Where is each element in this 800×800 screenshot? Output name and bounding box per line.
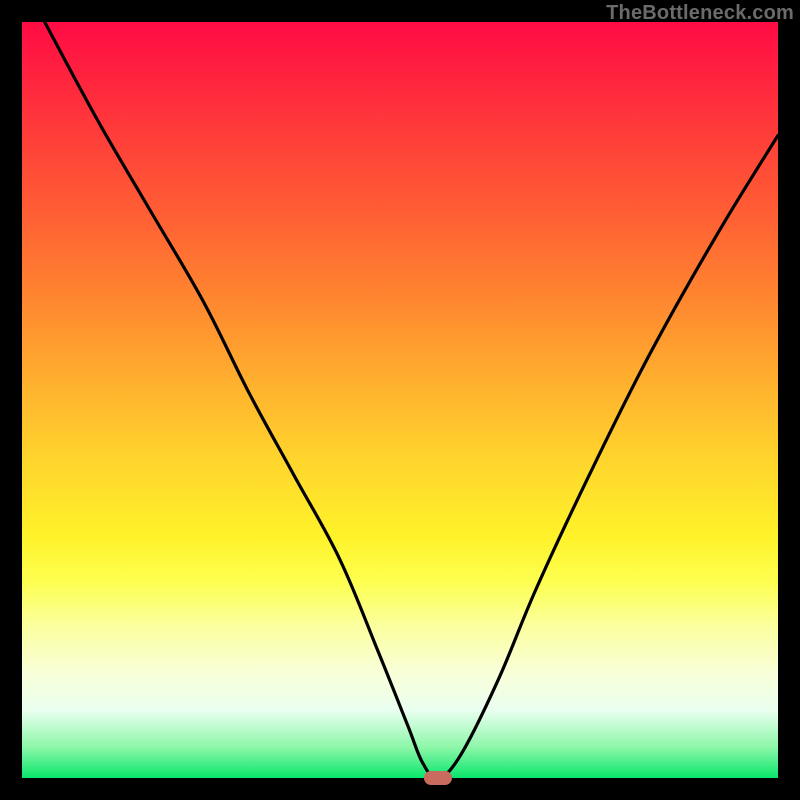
bottleneck-marker <box>424 771 452 785</box>
plot-gradient-area <box>22 22 778 778</box>
curve-path <box>45 22 778 778</box>
bottleneck-curve <box>22 22 778 778</box>
watermark-text: TheBottleneck.com <box>606 2 794 25</box>
chart-frame: TheBottleneck.com <box>0 0 800 800</box>
